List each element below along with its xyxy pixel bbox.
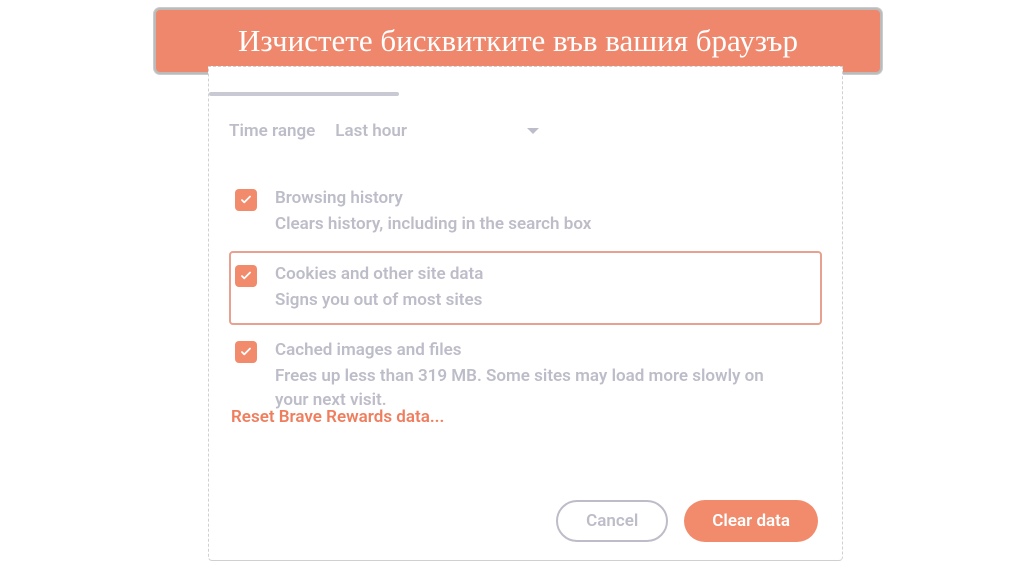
option-texts: Cookies and other site data Signs you ou… <box>275 263 483 313</box>
cancel-button[interactable]: Cancel <box>556 500 668 542</box>
dialog-buttons: Cancel Clear data <box>556 500 818 542</box>
cancel-label: Cancel <box>586 511 638 531</box>
reset-rewards-link[interactable]: Reset Brave Rewards data... <box>231 407 444 427</box>
banner-title: Изчистете бисквитките във вашия браузър <box>238 23 798 59</box>
time-range-row: Time range Last hour <box>229 121 539 141</box>
time-range-select[interactable]: Last hour <box>335 121 539 141</box>
checkbox-cached[interactable] <box>235 341 257 363</box>
checkbox-cookies[interactable] <box>235 265 257 287</box>
time-range-label: Time range <box>229 121 315 141</box>
option-desc: Frees up less than 319 MB. Some sites ma… <box>275 365 795 413</box>
option-texts: Browsing history Clears history, includi… <box>275 187 591 237</box>
option-desc: Clears history, including in the search … <box>275 213 591 237</box>
clear-label: Clear data <box>712 511 790 531</box>
option-title: Cookies and other site data <box>275 263 483 285</box>
option-title: Cached images and files <box>275 339 795 361</box>
option-browsing-history[interactable]: Browsing history Clears history, includi… <box>229 175 822 249</box>
reset-link-text: Reset Brave Rewards data... <box>231 407 444 427</box>
option-desc: Signs you out of most sites <box>275 289 483 313</box>
checkbox-browsing-history[interactable] <box>235 189 257 211</box>
check-icon <box>239 269 253 283</box>
instruction-banner: Изчистете бисквитките във вашия браузър <box>154 8 882 74</box>
time-range-value: Last hour <box>335 121 407 141</box>
option-texts: Cached images and files Frees up less th… <box>275 339 795 413</box>
dropdown-caret-icon <box>527 128 539 134</box>
options-list: Browsing history Clears history, includi… <box>229 175 822 426</box>
active-tab-indicator <box>209 92 399 96</box>
clear-data-dialog: Time range Last hour Browsing history Cl… <box>208 66 843 561</box>
check-icon <box>239 345 253 359</box>
option-title: Browsing history <box>275 187 591 209</box>
option-cookies[interactable]: Cookies and other site data Signs you ou… <box>229 251 822 325</box>
check-icon <box>239 193 253 207</box>
clear-data-button[interactable]: Clear data <box>684 500 818 542</box>
